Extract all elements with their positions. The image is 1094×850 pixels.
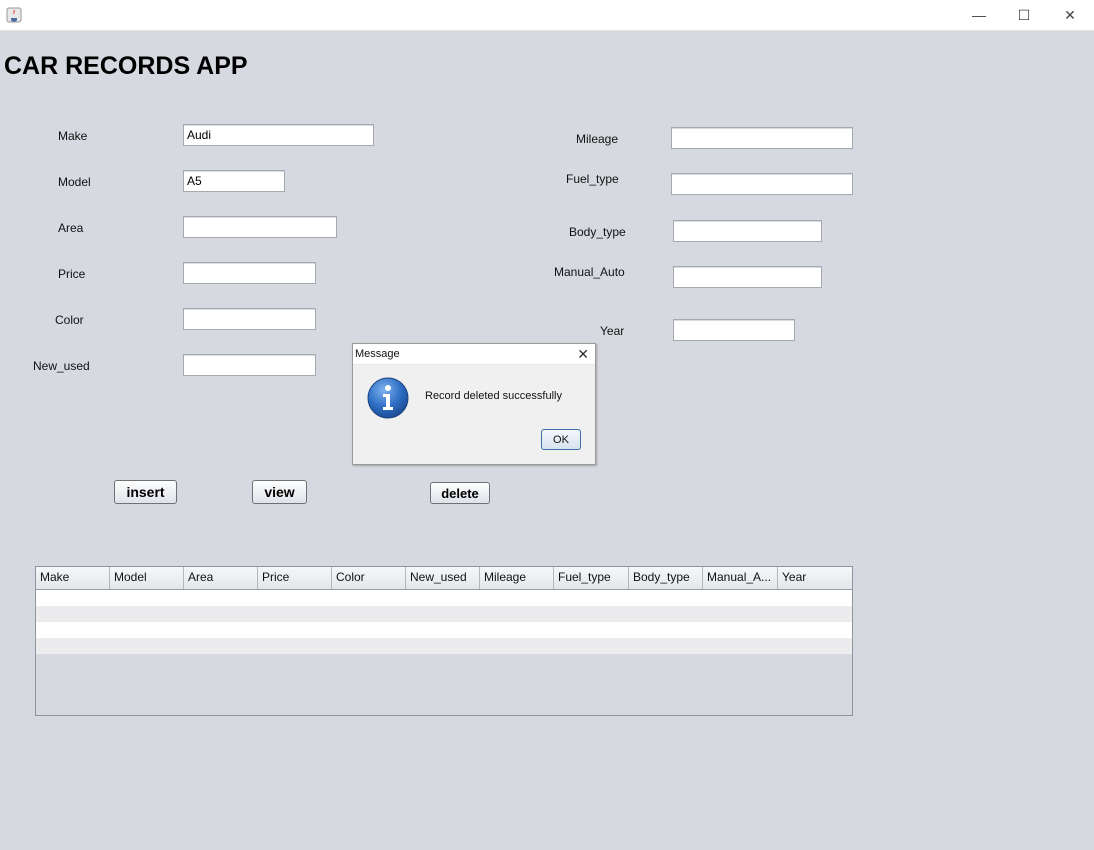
close-window-button[interactable]: ✕ (1047, 0, 1093, 30)
make-label: Make (58, 129, 88, 143)
year-field[interactable] (673, 319, 795, 341)
message-dialog: Message ✕ Record deleted successfully OK (352, 343, 596, 465)
body-type-label: Body_type (569, 225, 626, 239)
manual-auto-label: Manual_Auto (554, 265, 625, 279)
column-header-year[interactable]: Year (778, 567, 852, 589)
fuel-type-field[interactable] (671, 173, 853, 195)
table-row[interactable] (36, 606, 852, 622)
table-row[interactable] (36, 638, 852, 654)
area-field[interactable] (183, 216, 337, 238)
area-label: Area (58, 221, 84, 235)
table-row[interactable] (36, 622, 852, 638)
table-header: Make Model Area Price Color New_used Mil… (36, 567, 852, 590)
body-type-field[interactable] (673, 220, 822, 242)
insert-button[interactable]: insert (114, 480, 177, 504)
delete-button[interactable]: delete (430, 482, 490, 504)
color-label: Color (55, 313, 84, 327)
app-title: CAR RECORDS APP (4, 52, 248, 80)
minimize-button[interactable]: — (956, 0, 1002, 30)
maximize-button[interactable]: ☐ (1001, 0, 1047, 30)
column-header-new-used[interactable]: New_used (406, 567, 480, 589)
ok-button[interactable]: OK (541, 429, 581, 450)
column-header-area[interactable]: Area (184, 567, 258, 589)
color-field[interactable] (183, 308, 316, 330)
column-header-manual-auto[interactable]: Manual_A... (703, 567, 778, 589)
column-header-fuel-type[interactable]: Fuel_type (554, 567, 629, 589)
records-table[interactable]: Make Model Area Price Color New_used Mil… (35, 566, 853, 716)
fuel-type-label: Fuel_type (566, 172, 619, 186)
dialog-titlebar: Message ✕ (353, 344, 595, 365)
make-field[interactable]: Audi (183, 124, 374, 146)
model-field[interactable]: A5 (183, 170, 285, 192)
column-header-make[interactable]: Make (36, 567, 110, 589)
column-header-model[interactable]: Model (110, 567, 184, 589)
dialog-message: Record deleted successfully (425, 390, 562, 402)
column-header-body-type[interactable]: Body_type (629, 567, 703, 589)
column-header-color[interactable]: Color (332, 567, 406, 589)
new-used-field[interactable] (183, 354, 316, 376)
new-used-label: New_used (33, 359, 90, 373)
manual-auto-field[interactable] (673, 266, 822, 288)
column-header-mileage[interactable]: Mileage (480, 567, 554, 589)
info-icon (367, 377, 409, 419)
view-button[interactable]: view (252, 480, 307, 504)
year-label: Year (600, 324, 625, 338)
dialog-title: Message (355, 348, 400, 360)
model-label: Model (58, 175, 91, 189)
window-titlebar: — ☐ ✕ (0, 0, 1094, 31)
price-label: Price (58, 267, 86, 281)
mileage-field[interactable] (671, 127, 853, 149)
price-field[interactable] (183, 262, 316, 284)
mileage-label: Mileage (576, 132, 619, 146)
column-header-price[interactable]: Price (258, 567, 332, 589)
table-row[interactable] (36, 590, 852, 606)
java-app-icon (6, 7, 22, 23)
dialog-close-button[interactable]: ✕ (577, 346, 589, 363)
